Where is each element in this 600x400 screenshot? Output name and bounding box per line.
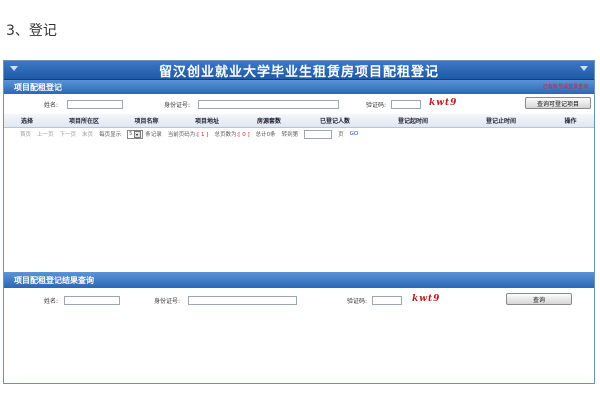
- name-label: 姓名:: [44, 101, 59, 109]
- current-page-label: 当前页码为:[ 1 ]: [168, 130, 209, 138]
- captcha-image[interactable]: kwt9: [412, 294, 440, 304]
- col-end-time: 登记止时间: [455, 114, 547, 128]
- registration-panel: 留汉创业就业大学毕业生租赁房项目配租登记 项目配租登记 已有账号请登录查询 姓名…: [3, 60, 595, 384]
- id-number-label: 身份证号:: [154, 297, 181, 305]
- col-actions: 操作: [547, 114, 594, 128]
- query-button[interactable]: 查询: [506, 293, 572, 305]
- last-page-link[interactable]: 末页: [82, 130, 93, 138]
- panel-title-bar: 留汉创业就业大学毕业生租赁房项目配租登记: [4, 61, 594, 80]
- panel-title: 留汉创业就业大学毕业生租赁房项目配租登记: [158, 64, 439, 80]
- name-input[interactable]: [67, 99, 123, 109]
- col-project-name: 项目名称: [118, 114, 175, 128]
- current-page-text: 当前页码为:: [167, 132, 198, 138]
- section-header-result-query: 项目配租登记结果查询: [4, 272, 594, 288]
- total-pages-value: [ 0 ]: [238, 132, 250, 138]
- name-label: 姓名:: [44, 297, 59, 305]
- total-records: 总计0条: [255, 132, 276, 138]
- dropdown-arrow-icon: [134, 130, 142, 138]
- section-header-registration: 项目配租登记 已有账号请登录查询: [4, 80, 594, 94]
- captcha-image[interactable]: kwt9: [429, 98, 457, 108]
- query-registrable-projects-button[interactable]: 查询可登记项目: [525, 97, 591, 109]
- project-list-area: [4, 140, 594, 272]
- corner-arrow-icon: [580, 66, 588, 71]
- section-title: 项目配租登记: [14, 82, 62, 92]
- login-query-link[interactable]: 已有账号请登录查询: [543, 83, 588, 90]
- page-suffix: 页: [338, 132, 344, 138]
- pagination-bar: 首页 上一页 下一页 末页 每页显示 5 条记录 当前页码为:[ 1 ] 总页数…: [4, 128, 594, 140]
- corner-arrow-icon: [10, 66, 18, 71]
- captcha-input[interactable]: [372, 295, 402, 305]
- prev-page-link[interactable]: 上一页: [37, 130, 54, 138]
- col-start-time: 登记起时间: [371, 114, 455, 128]
- first-page-link[interactable]: 首页: [20, 130, 31, 138]
- captcha-input[interactable]: [391, 99, 421, 109]
- total-pages-label: 总页数为:[ 0 ]: [214, 130, 249, 138]
- project-table: 选择 项目所在区 项目名称 项目地址 房源套数 已登记人数 登记起时间 登记止时…: [4, 114, 594, 128]
- goto-page-input[interactable]: [304, 129, 333, 139]
- result-query-form: 姓名: 身份证号: 验证码: kwt9 查询: [4, 288, 594, 312]
- id-number-input[interactable]: [188, 295, 297, 305]
- id-number-label: 身份证号:: [164, 101, 191, 109]
- col-select: 选择: [4, 114, 50, 128]
- col-project-address: 项目地址: [175, 114, 239, 128]
- captcha-label: 验证码:: [347, 297, 368, 305]
- next-page-link[interactable]: 下一页: [60, 130, 77, 138]
- section-title: 项目配租登记结果查询: [14, 275, 94, 285]
- document-heading: 3、登记: [6, 23, 57, 39]
- current-page-value: [ 1 ]: [197, 132, 209, 138]
- registration-form: 姓名: 身份证号: 验证码: kwt9 查询可登记项目: [4, 94, 594, 114]
- col-district: 项目所在区: [50, 114, 118, 128]
- name-input[interactable]: [64, 295, 120, 305]
- goto-label: 转到第: [281, 132, 299, 138]
- per-page-select[interactable]: 5: [127, 129, 144, 139]
- id-number-input[interactable]: [198, 99, 339, 109]
- records-suffix: 条记录: [145, 132, 162, 138]
- table-header-row: 选择 项目所在区 项目名称 项目地址 房源套数 已登记人数 登记起时间 登记止时…: [4, 114, 594, 128]
- captcha-label: 验证码:: [366, 101, 387, 109]
- total-pages-text: 总页数为:: [214, 132, 239, 138]
- per-page-value: 5: [129, 131, 133, 137]
- go-button[interactable]: GO: [350, 131, 359, 137]
- col-registered-count: 已登记人数: [299, 114, 371, 128]
- col-unit-count: 房源套数: [239, 114, 299, 128]
- per-page-label: 每页显示: [99, 132, 122, 138]
